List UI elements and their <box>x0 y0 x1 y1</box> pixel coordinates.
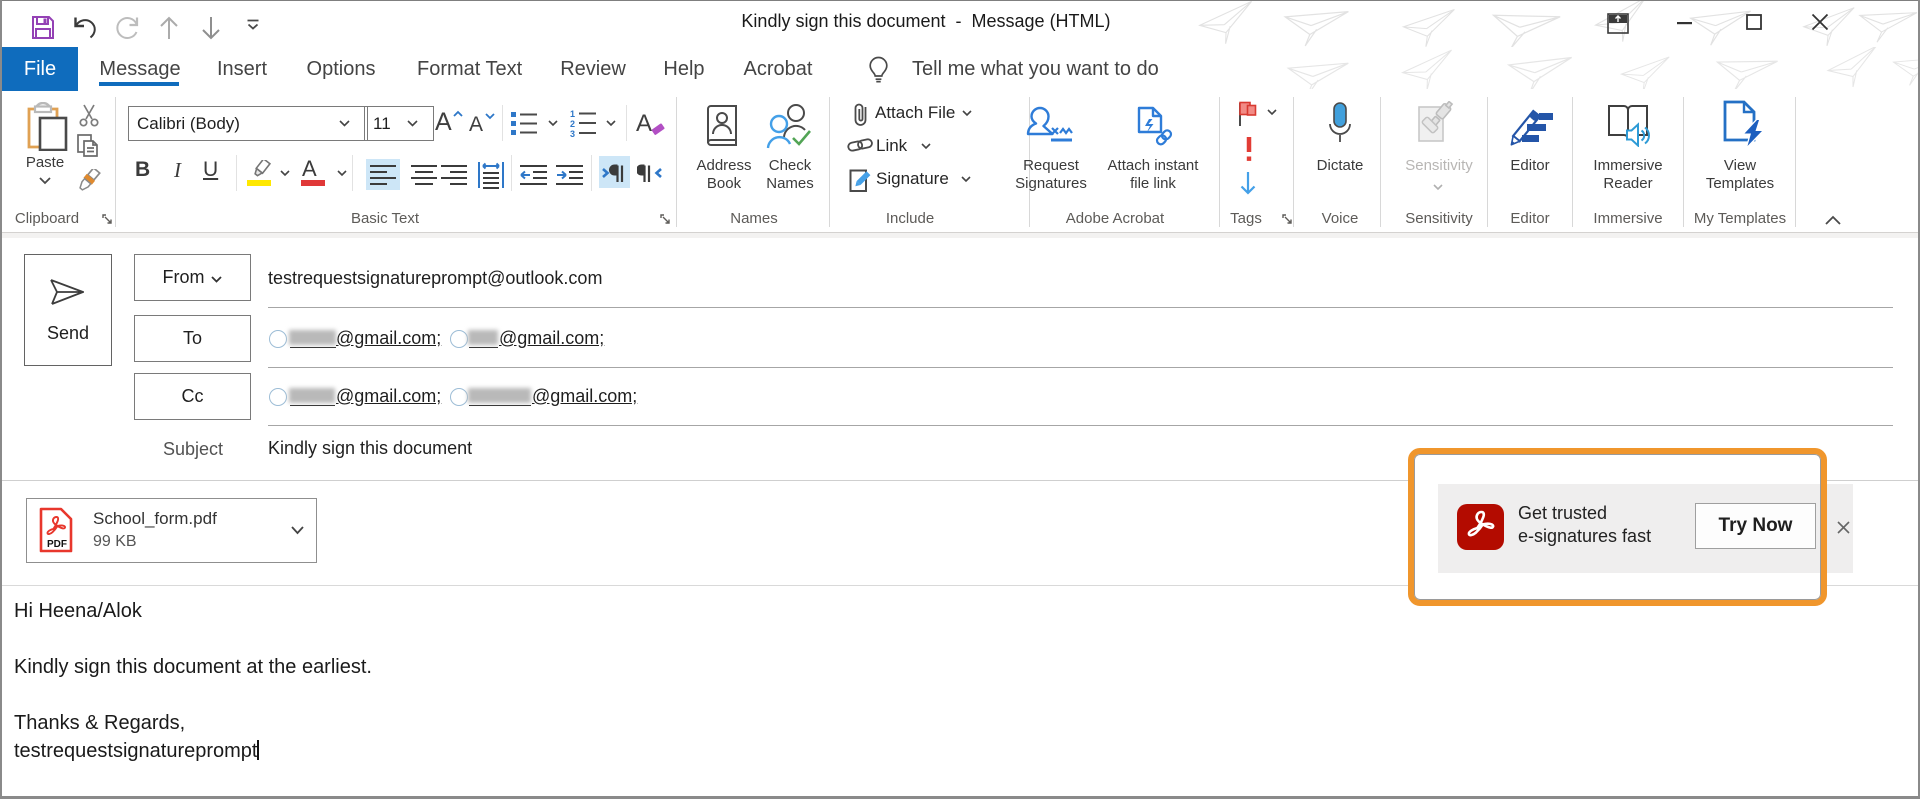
svg-text:3: 3 <box>570 129 575 137</box>
svg-text:PDF: PDF <box>47 539 67 550</box>
svg-text:2: 2 <box>570 119 575 129</box>
svg-text:1: 1 <box>570 109 575 119</box>
